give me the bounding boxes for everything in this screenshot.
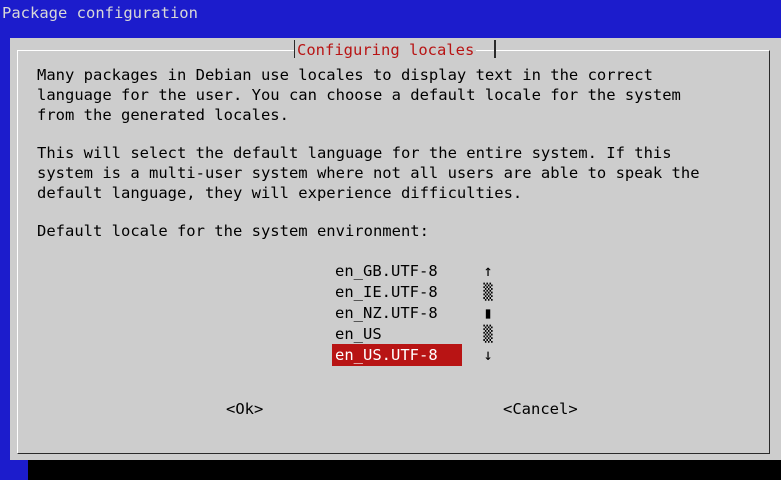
warning-line-3: default language, they will experience d…	[37, 184, 523, 202]
dialog-shadow	[28, 460, 781, 480]
warning-line-1: This will select the default language fo…	[37, 144, 672, 162]
locale-dialog: Configuring locales Many packages in Deb…	[10, 38, 781, 460]
locale-option[interactable]: en_NZ.UTF-8	[332, 302, 462, 324]
locale-option[interactable]: en_IE.UTF-8	[332, 281, 462, 303]
description-line-1: Many packages in Debian use locales to d…	[37, 66, 653, 84]
scrollbar-track[interactable]: ▒	[482, 281, 494, 303]
title-right-tee	[494, 40, 496, 58]
cancel-button[interactable]: <Cancel>	[503, 398, 578, 420]
locale-prompt: Default locale for the system environmen…	[37, 222, 429, 240]
description-line-2: language for the user. You can choose a …	[37, 86, 681, 104]
scroll-down-arrow-icon[interactable]: ↓	[482, 344, 494, 366]
locale-option-selected[interactable]: en_US.UTF-8	[332, 344, 462, 366]
ok-button[interactable]: <Ok>	[226, 398, 263, 420]
description-line-3: from the generated locales.	[37, 106, 289, 124]
scrollbar-track[interactable]: ▒	[482, 323, 494, 345]
dialog-title: Configuring locales	[295, 40, 477, 60]
locale-option[interactable]: en_GB.UTF-8	[332, 260, 462, 282]
scrollbar-thumb[interactable]: ▮	[482, 302, 494, 324]
locale-option[interactable]: en_US	[332, 323, 462, 345]
window-title: Package configuration	[2, 4, 198, 22]
warning-line-2: system is a multi-user system where not …	[37, 164, 700, 182]
scroll-up-arrow-icon[interactable]: ↑	[482, 260, 494, 282]
